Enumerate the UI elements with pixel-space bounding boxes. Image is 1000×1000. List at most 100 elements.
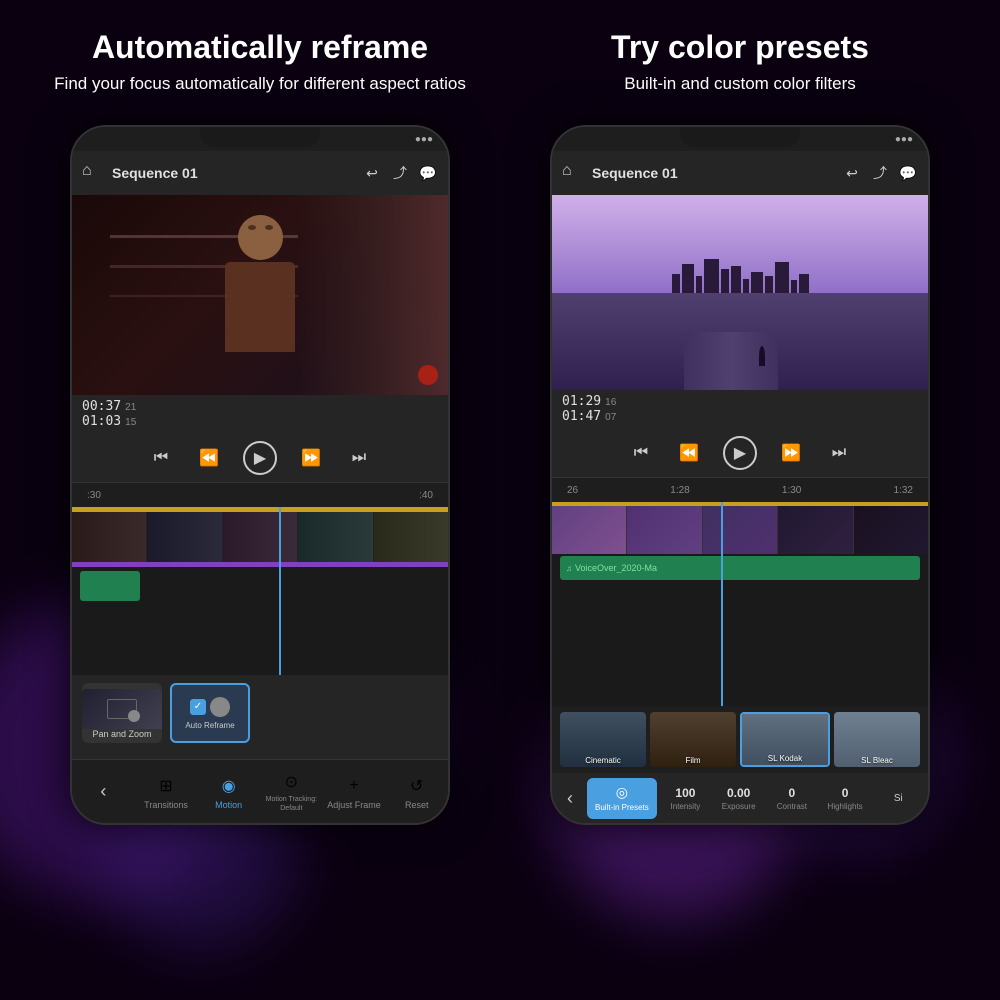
contrast-control[interactable]: 0 Contrast: [767, 786, 816, 811]
frame-total-right: 07: [605, 412, 616, 423]
phone-notch-left: [200, 127, 320, 147]
time-display-left: 00:37 21 01:03 15: [72, 395, 448, 433]
right-title: Try color presets: [510, 30, 970, 65]
music-note-icon: ♫: [566, 564, 572, 573]
sl-kodak-label: SL Kodak: [742, 754, 828, 763]
transitions-nav[interactable]: ⊞ Transitions: [135, 774, 198, 810]
right-header: Try color presets Built-in and custom co…: [500, 30, 980, 95]
film-preset[interactable]: Film: [650, 712, 736, 767]
chat-icon-right[interactable]: 💬: [898, 163, 918, 183]
sl-bleac-label: SL Bleac: [834, 756, 920, 765]
motion-label: Motion: [215, 800, 242, 810]
film-label: Film: [650, 756, 736, 765]
share-icon-left[interactable]: ⤴: [390, 163, 410, 183]
ruler-mark-r4: 1:32: [894, 485, 913, 496]
home-icon-right[interactable]: ⌂: [562, 162, 584, 184]
highlights-value: 0: [842, 786, 849, 800]
highlights-control[interactable]: 0 Highlights: [821, 786, 870, 811]
back-chevron-right[interactable]: ‹: [557, 778, 583, 819]
motion-tracking-nav[interactable]: ⊙ Motion Tracking: Default: [260, 770, 323, 813]
playback-controls-left: ⏮ ⏪ ▶ ⏩ ⏭: [72, 433, 448, 483]
color-presets-row: Cinematic Film SL Kodak SL Bleac: [552, 706, 928, 773]
sl-kodak-preset[interactable]: SL Kodak: [740, 712, 830, 767]
cinematic-preset[interactable]: Cinematic: [560, 712, 646, 767]
audio-track-label: VoiceOver_2020-Ma: [575, 563, 657, 573]
skip-fwd-button-right[interactable]: ⏭: [825, 439, 853, 467]
frame-current-left: 21: [125, 402, 136, 413]
reset-nav[interactable]: ↺ Reset: [385, 774, 448, 810]
contrast-label: Contrast: [777, 802, 807, 811]
exposure-value: 0.00: [727, 786, 750, 800]
undo-icon-right[interactable]: ↩: [842, 163, 862, 183]
intensity-label: Intensity: [671, 802, 701, 811]
time-total-right: 01:47: [562, 409, 601, 424]
step-fwd-button-right[interactable]: ⏩: [777, 439, 805, 467]
intensity-control[interactable]: 100 Intensity: [661, 786, 710, 811]
playhead-right[interactable]: [721, 502, 723, 706]
frame-current-right: 16: [605, 397, 616, 408]
more-control[interactable]: Si: [874, 793, 923, 804]
adjust-frame-icon: +: [342, 774, 366, 798]
phone-notch-right: [680, 127, 800, 147]
left-phone-screen: ●●● ⌂ Sequence 01 ↩ ⤴ 💬: [72, 127, 448, 823]
step-back-button-left[interactable]: ⏪: [195, 444, 223, 472]
video-preview-left: [72, 195, 448, 395]
motion-nav[interactable]: ◉ Motion: [197, 774, 260, 810]
play-button-left[interactable]: ▶: [243, 441, 277, 475]
frame-total-left: 15: [125, 417, 136, 428]
share-icon-right[interactable]: ⤴: [870, 163, 890, 183]
adjustment-row: ‹ ◎ Built-in Presets 100 Intensity 0.00 …: [552, 773, 928, 823]
skip-fwd-button-left[interactable]: ⏭: [345, 444, 373, 472]
ruler-marks-left: :30 :40: [87, 490, 433, 501]
undo-icon-left[interactable]: ↩: [362, 163, 382, 183]
sl-bleac-preset[interactable]: SL Bleac: [834, 712, 920, 767]
video-preview-right: [552, 195, 928, 390]
sequence-title-right: Sequence 01: [592, 165, 834, 181]
bottom-nav-left: ‹ ⊞ Transitions ◉ Motion ⊙ Motion Tracki…: [72, 759, 448, 823]
reset-label: Reset: [405, 800, 429, 810]
skip-back-button-left[interactable]: ⏮: [147, 444, 175, 472]
video-track-left: [72, 512, 448, 562]
reframe-checkbox: ✓: [190, 699, 206, 715]
timeline-ruler-left: :30 :40: [72, 483, 448, 507]
step-fwd-button-left[interactable]: ⏩: [297, 444, 325, 472]
reset-icon: ↺: [405, 774, 429, 798]
right-phone: ●●● ⌂ Sequence 01 ↩ ⤴ 💬: [550, 125, 930, 825]
skip-back-button-right[interactable]: ⏮: [627, 439, 655, 467]
sequence-title-left: Sequence 01: [112, 165, 354, 181]
exposure-control[interactable]: 0.00 Exposure: [714, 786, 763, 811]
timeline-tracks-left[interactable]: [72, 507, 448, 675]
play-button-right[interactable]: ▶: [723, 436, 757, 470]
back-nav-left[interactable]: ‹: [72, 781, 135, 802]
highlights-label: Highlights: [828, 802, 863, 811]
builtin-presets-button[interactable]: ◎ Built-in Presets: [587, 778, 657, 819]
transitions-icon: ⊞: [154, 774, 178, 798]
adjust-frame-nav[interactable]: + Adjust Frame: [323, 774, 386, 810]
timeline-tracks-right[interactable]: ♫ VoiceOver_2020-Ma: [552, 502, 928, 706]
top-nav-right: ⌂ Sequence 01 ↩ ⤴ 💬: [552, 151, 928, 195]
ruler-marks-right: 26 1:28 1:30 1:32: [567, 485, 913, 496]
audio-track-right: ♫ VoiceOver_2020-Ma: [560, 556, 920, 580]
timeline-ruler-right: 26 1:28 1:30 1:32: [552, 478, 928, 502]
left-subtitle: Find your focus automatically for differ…: [30, 73, 490, 95]
auto-reframe-label: Auto Reframe: [185, 721, 234, 730]
playhead-left[interactable]: [279, 507, 281, 675]
left-phone: ●●● ⌂ Sequence 01 ↩ ⤴ 💬: [70, 125, 450, 825]
bottom-tools-left: Pan and Zoom ✓ Auto Reframe: [72, 675, 448, 759]
auto-reframe-preset[interactable]: ✓ Auto Reframe: [170, 683, 250, 743]
ruler-mark-2: :40: [419, 490, 433, 501]
right-subtitle: Built-in and custom color filters: [510, 73, 970, 95]
pan-zoom-preset[interactable]: Pan and Zoom: [82, 683, 162, 743]
exposure-label: Exposure: [722, 802, 756, 811]
motion-tracking-label: Motion Tracking: Default: [260, 796, 323, 813]
motion-icon: ◉: [217, 774, 241, 798]
chat-icon-left[interactable]: 💬: [418, 163, 438, 183]
ruler-mark-r3: 1:30: [782, 485, 801, 496]
tool-presets-row: Pan and Zoom ✓ Auto Reframe: [82, 683, 438, 743]
ruler-mark-r1: 26: [567, 485, 578, 496]
home-icon[interactable]: ⌂: [82, 162, 104, 184]
step-back-button-right[interactable]: ⏪: [675, 439, 703, 467]
video-track-right: [552, 506, 928, 554]
playback-controls-right: ⏮ ⏪ ▶ ⏩ ⏭: [552, 428, 928, 478]
contrast-value: 0: [789, 786, 796, 800]
